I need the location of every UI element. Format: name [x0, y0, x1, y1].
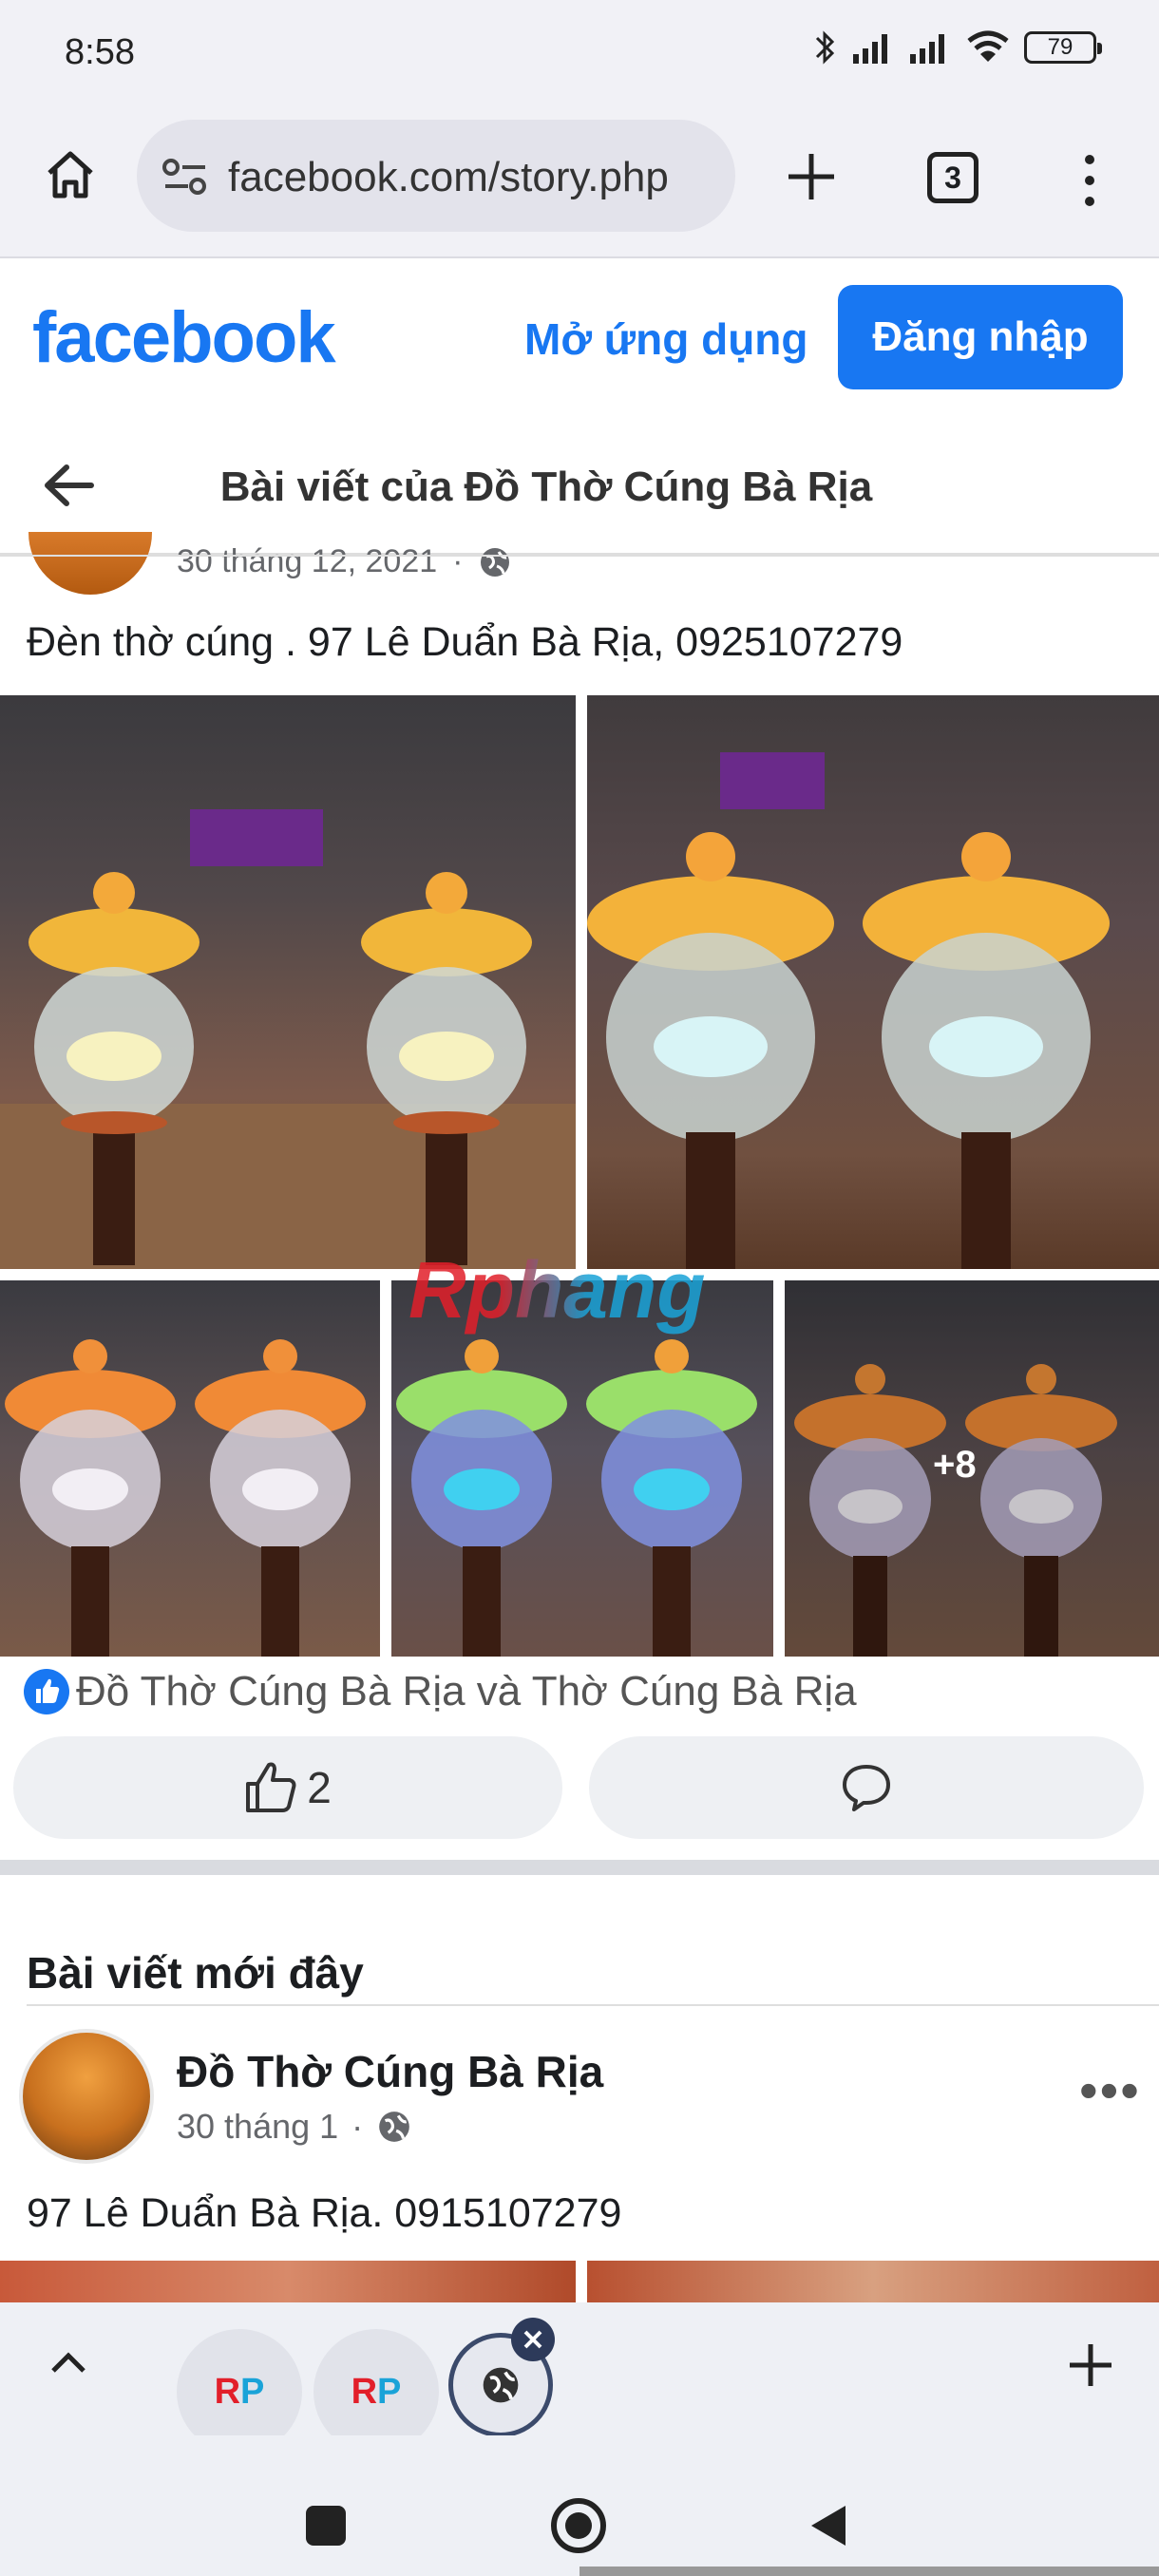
- browser-toolbar: facebook.com/story.php 3: [0, 104, 1159, 258]
- reactors-text: Đồ Thờ Cúng Bà Rịa và Thờ Cúng Bà Rịa: [76, 1668, 857, 1714]
- new-tab-icon[interactable]: [785, 150, 838, 203]
- site-settings-icon[interactable]: [162, 156, 209, 198]
- post-photo-5[interactable]: +8: [785, 1280, 1159, 1657]
- chevron-up-icon[interactable]: [49, 2348, 87, 2377]
- status-time: 8:58: [65, 32, 135, 72]
- thumbs-up-icon: [246, 1762, 296, 1812]
- facebook-header: facebook Mở ứng dụng Đăng nhập: [0, 258, 1159, 418]
- address-bar[interactable]: facebook.com/story.php: [137, 120, 735, 232]
- recent-post-photo-1[interactable]: [0, 2261, 576, 2308]
- meta-separator: ·: [452, 543, 464, 579]
- like-button[interactable]: 2: [13, 1736, 562, 1839]
- wifi-icon: [967, 30, 1009, 62]
- tab-favicon-1: RP: [214, 2371, 265, 2412]
- lamp-illustration: [0, 809, 576, 1269]
- gesture-handle: [580, 2567, 1159, 2576]
- page-title-bar: Bài viết của Đồ Thờ Cúng Bà Rịa: [0, 418, 1159, 555]
- tab-switcher-button[interactable]: 3: [927, 152, 978, 203]
- login-button[interactable]: Đăng nhập: [838, 285, 1123, 389]
- globe-icon: [483, 2367, 519, 2403]
- battery-icon: 79: [1024, 31, 1102, 64]
- tab-count: 3: [944, 161, 961, 195]
- meta-separator: ·: [352, 2107, 364, 2146]
- recent-post-meta: 30 tháng 1 ·: [177, 2107, 412, 2147]
- post-meta: 30 tháng 12, 2021 ·: [177, 543, 512, 580]
- recents-button[interactable]: [306, 2506, 346, 2546]
- post-caption: Đèn thờ cúng . 97 Lê Duẩn Bà Rịa, 092510…: [27, 619, 903, 665]
- post-photo-1[interactable]: [0, 695, 576, 1269]
- back-button[interactable]: [808, 2502, 849, 2549]
- title-divider: [0, 555, 1159, 557]
- new-tab-plus-icon[interactable]: [1068, 2342, 1113, 2388]
- url-text[interactable]: facebook.com/story.php: [228, 154, 669, 201]
- comment-button[interactable]: [589, 1736, 1144, 1839]
- system-nav-bar: [0, 2435, 1159, 2576]
- recent-posts-rule: [27, 2004, 1159, 2006]
- close-tab-button[interactable]: [511, 2318, 555, 2361]
- section-divider: [0, 1860, 1159, 1875]
- page-avatar[interactable]: [19, 2029, 154, 2164]
- recent-post-caption: 97 Lê Duẩn Bà Rịa. 0915107279: [27, 2190, 622, 2236]
- globe-icon: [379, 2112, 409, 2142]
- recent-posts-title: Bài viết mới đây: [27, 1948, 364, 1998]
- recent-post-photo-2[interactable]: [587, 2261, 1159, 2308]
- page-name[interactable]: Đồ Thờ Cúng Bà Rịa: [177, 2046, 603, 2097]
- comment-icon: [843, 1765, 890, 1811]
- more-photos-count[interactable]: +8: [933, 1444, 977, 1487]
- page-title: Bài viết của Đồ Thờ Cúng Bà Rịa: [219, 464, 873, 510]
- like-reaction-icon: [24, 1669, 69, 1714]
- tab-strip: [0, 2302, 1159, 2435]
- globe-icon: [481, 547, 510, 577]
- post-photo-4[interactable]: [391, 1280, 773, 1657]
- battery-level: 79: [1047, 34, 1074, 60]
- watermark-logo: Rphang: [408, 1245, 706, 1335]
- status-icons: 79: [813, 28, 1102, 66]
- close-icon: [523, 2330, 542, 2349]
- recent-post-date[interactable]: 30 tháng 1: [177, 2107, 338, 2147]
- like-count: 2: [307, 1763, 332, 1812]
- post-photo-2[interactable]: [587, 695, 1159, 1269]
- open-app-link[interactable]: Mở ứng dụng: [524, 313, 808, 365]
- lamp-illustration: [587, 752, 1110, 1269]
- facebook-logo[interactable]: facebook: [32, 296, 336, 379]
- lamp-illustration: [5, 1339, 366, 1657]
- signal-icon: [853, 34, 887, 64]
- post-photo-3[interactable]: [0, 1280, 380, 1657]
- post-options-icon[interactable]: •••: [1079, 2059, 1141, 2121]
- signal-icon-2: [910, 34, 944, 64]
- status-bar: 8:58 79: [0, 0, 1159, 104]
- bluetooth-icon: [815, 30, 835, 65]
- home-button[interactable]: [551, 2498, 606, 2553]
- reactions-summary[interactable]: Đồ Thờ Cúng Bà Rịa và Thờ Cúng Bà Rịa: [23, 1668, 857, 1715]
- home-icon[interactable]: [42, 146, 99, 203]
- post-date[interactable]: 30 tháng 12, 2021: [177, 543, 437, 580]
- lamp-illustration: [396, 1339, 757, 1657]
- post-author-avatar[interactable]: [28, 532, 152, 595]
- tab-favicon-2: RP: [351, 2371, 402, 2412]
- menu-icon[interactable]: [1075, 152, 1104, 209]
